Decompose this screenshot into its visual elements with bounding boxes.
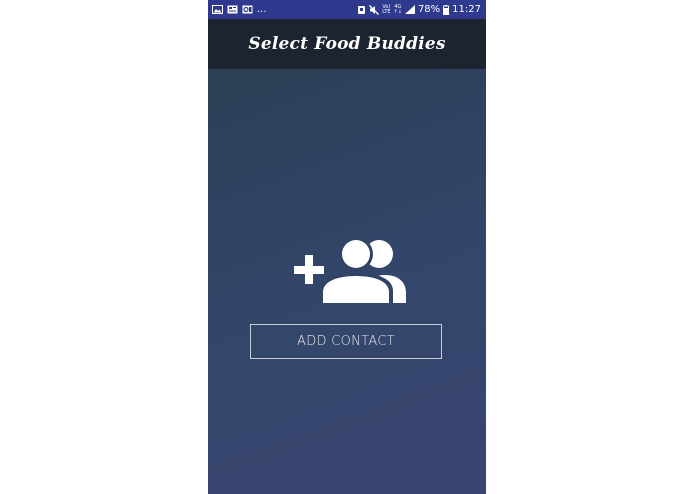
notification-area: ... bbox=[212, 0, 267, 19]
volte-icon: Vo) LTE bbox=[382, 3, 391, 15]
signal-icon bbox=[404, 5, 415, 14]
clock: 11:27 bbox=[452, 4, 481, 15]
news-icon bbox=[227, 5, 238, 14]
mute-icon bbox=[369, 4, 380, 15]
add-group-icon bbox=[294, 237, 406, 303]
system-status: Vo) LTE 4G ↑↓ 78% 11:27 bbox=[357, 0, 481, 19]
phone-screen: ... Vo) LTE 4G ↑↓ 78% 11:27 Select Food … bbox=[208, 0, 486, 494]
alarm-icon bbox=[357, 5, 366, 15]
more-notifications: ... bbox=[257, 4, 267, 15]
battery-percent: 78% bbox=[417, 4, 441, 15]
outlook-icon bbox=[242, 5, 253, 14]
status-bar: ... Vo) LTE 4G ↑↓ 78% 11:27 bbox=[208, 0, 486, 19]
app-bar: Select Food Buddies bbox=[208, 19, 486, 69]
4g-icon: 4G ↑↓ bbox=[393, 3, 402, 15]
page-title: Select Food Buddies bbox=[248, 34, 446, 54]
battery-icon bbox=[443, 4, 450, 15]
main-content: ADD CONTACT bbox=[208, 69, 486, 494]
gallery-icon bbox=[212, 5, 223, 14]
add-contact-button[interactable]: ADD CONTACT bbox=[250, 324, 442, 359]
